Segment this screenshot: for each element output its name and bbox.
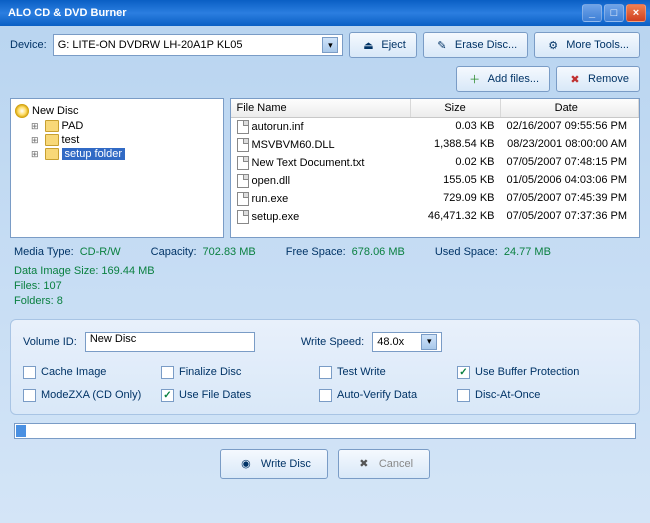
file-row[interactable]: open.dll155.05 KB01/05/2006 04:03:06 PM bbox=[231, 172, 639, 190]
progress-fill bbox=[16, 425, 26, 437]
chevron-down-icon: ▾ bbox=[421, 334, 437, 350]
checkbox-icon: ✓ bbox=[161, 389, 174, 402]
checkbox-icon bbox=[457, 389, 470, 402]
file-row[interactable]: setup.exe46,471.32 KB07/05/2007 07:37:36… bbox=[231, 208, 639, 226]
folder-icon bbox=[45, 134, 59, 146]
col-filename[interactable]: File Name bbox=[231, 99, 411, 117]
more-tools-button[interactable]: ⚙ More Tools... bbox=[534, 32, 640, 58]
cancel-button[interactable]: ✖ Cancel bbox=[338, 449, 430, 479]
checkbox-disc-at-once[interactable]: Disc-At-Once bbox=[457, 389, 637, 402]
tree-item[interactable]: test bbox=[15, 133, 219, 147]
folder-icon bbox=[45, 148, 59, 160]
checkbox-icon bbox=[319, 389, 332, 402]
add-file-icon: ＋ bbox=[467, 71, 483, 87]
used-space: 24.77 MB bbox=[504, 246, 551, 258]
burn-icon: ◉ bbox=[237, 455, 255, 473]
folder-icon bbox=[45, 120, 59, 132]
file-icon bbox=[237, 156, 249, 170]
col-date[interactable]: Date bbox=[501, 99, 639, 117]
maximize-button[interactable]: □ bbox=[604, 4, 624, 22]
eject-button[interactable]: ⏏ Eject bbox=[349, 32, 416, 58]
file-row[interactable]: autorun.inf0.03 KB02/16/2007 09:55:56 PM bbox=[231, 118, 639, 136]
checkbox-icon bbox=[23, 389, 36, 402]
gear-icon: ⚙ bbox=[545, 37, 561, 53]
file-icon bbox=[237, 120, 249, 134]
checkbox-cache-image[interactable]: Cache Image bbox=[23, 366, 153, 379]
progress-bar bbox=[14, 423, 636, 439]
checkbox-use-buffer-protection[interactable]: ✓Use Buffer Protection bbox=[457, 366, 637, 379]
file-list-header: File Name Size Date bbox=[231, 99, 639, 118]
files-count: Files: 107 bbox=[14, 279, 636, 294]
checkbox-use-file-dates[interactable]: ✓Use File Dates bbox=[161, 389, 311, 402]
remove-button[interactable]: ✖ Remove bbox=[556, 66, 640, 92]
device-toolbar: Device: G: LITE-ON DVDRW LH-20A1P KL05 ▾… bbox=[0, 26, 650, 64]
checkbox-auto-verify-data[interactable]: Auto-Verify Data bbox=[319, 389, 449, 402]
minimize-button[interactable]: _ bbox=[582, 4, 602, 22]
disc-stats: Media Type:CD-R/W Capacity:702.83 MB Fre… bbox=[0, 238, 650, 313]
add-files-button[interactable]: ＋ Add files... bbox=[456, 66, 550, 92]
eject-icon: ⏏ bbox=[360, 37, 376, 53]
remove-icon: ✖ bbox=[567, 71, 583, 87]
file-list-body[interactable]: autorun.inf0.03 KB02/16/2007 09:55:56 PM… bbox=[231, 118, 639, 237]
cancel-icon: ✖ bbox=[355, 455, 373, 473]
tree-item[interactable]: PAD bbox=[15, 119, 219, 133]
checkbox-icon bbox=[161, 366, 174, 379]
file-list: File Name Size Date autorun.inf0.03 KB02… bbox=[230, 98, 640, 238]
action-buttons: ◉ Write Disc ✖ Cancel bbox=[0, 439, 650, 489]
volume-id-label: Volume ID: bbox=[23, 336, 77, 348]
write-speed-select[interactable]: 48.0x ▾ bbox=[372, 332, 442, 352]
device-select[interactable]: G: LITE-ON DVDRW LH-20A1P KL05 ▾ bbox=[53, 34, 344, 56]
checkbox-icon bbox=[23, 366, 36, 379]
disc-tree[interactable]: New Disc PAD test setup folder bbox=[10, 98, 224, 238]
folders-count: Folders: 8 bbox=[14, 294, 636, 309]
file-row[interactable]: New Text Document.txt0.02 KB07/05/2007 0… bbox=[231, 154, 639, 172]
image-size: Data Image Size: 169.44 MB bbox=[14, 264, 636, 279]
checkbox-icon bbox=[319, 366, 332, 379]
device-value: G: LITE-ON DVDRW LH-20A1P KL05 bbox=[58, 39, 243, 51]
checkbox-icon: ✓ bbox=[457, 366, 470, 379]
media-type: CD-R/W bbox=[80, 246, 121, 258]
checkbox-modezxa-cd-only-[interactable]: ModeZXA (CD Only) bbox=[23, 389, 153, 402]
close-button[interactable]: × bbox=[626, 4, 646, 22]
eraser-icon: ✎ bbox=[434, 37, 450, 53]
device-label: Device: bbox=[10, 39, 47, 51]
free-space: 678.06 MB bbox=[352, 246, 405, 258]
checkbox-finalize-disc[interactable]: Finalize Disc bbox=[161, 366, 311, 379]
file-icon bbox=[237, 192, 249, 206]
col-size[interactable]: Size bbox=[411, 99, 501, 117]
checkbox-test-write[interactable]: Test Write bbox=[319, 366, 449, 379]
burn-options: Volume ID: New Disc Write Speed: 48.0x ▾… bbox=[10, 319, 640, 415]
write-speed-label: Write Speed: bbox=[301, 336, 364, 348]
capacity: 702.83 MB bbox=[203, 246, 256, 258]
tree-root[interactable]: New Disc bbox=[15, 103, 219, 119]
volume-id-input[interactable]: New Disc bbox=[85, 332, 255, 352]
erase-disc-button[interactable]: ✎ Erase Disc... bbox=[423, 32, 528, 58]
file-actions: ＋ Add files... ✖ Remove bbox=[0, 64, 650, 98]
chevron-down-icon: ▾ bbox=[322, 37, 338, 53]
file-icon bbox=[237, 210, 249, 224]
disc-icon bbox=[15, 104, 29, 118]
file-icon bbox=[237, 138, 249, 152]
window-title: ALO CD & DVD Burner bbox=[4, 7, 580, 19]
file-row[interactable]: run.exe729.09 KB07/05/2007 07:45:39 PM bbox=[231, 190, 639, 208]
write-disc-button[interactable]: ◉ Write Disc bbox=[220, 449, 328, 479]
title-bar: ALO CD & DVD Burner _ □ × bbox=[0, 0, 650, 26]
tree-item-selected[interactable]: setup folder bbox=[15, 147, 219, 161]
file-icon bbox=[237, 174, 249, 188]
file-row[interactable]: MSVBVM60.DLL1,388.54 KB08/23/2001 08:00:… bbox=[231, 136, 639, 154]
